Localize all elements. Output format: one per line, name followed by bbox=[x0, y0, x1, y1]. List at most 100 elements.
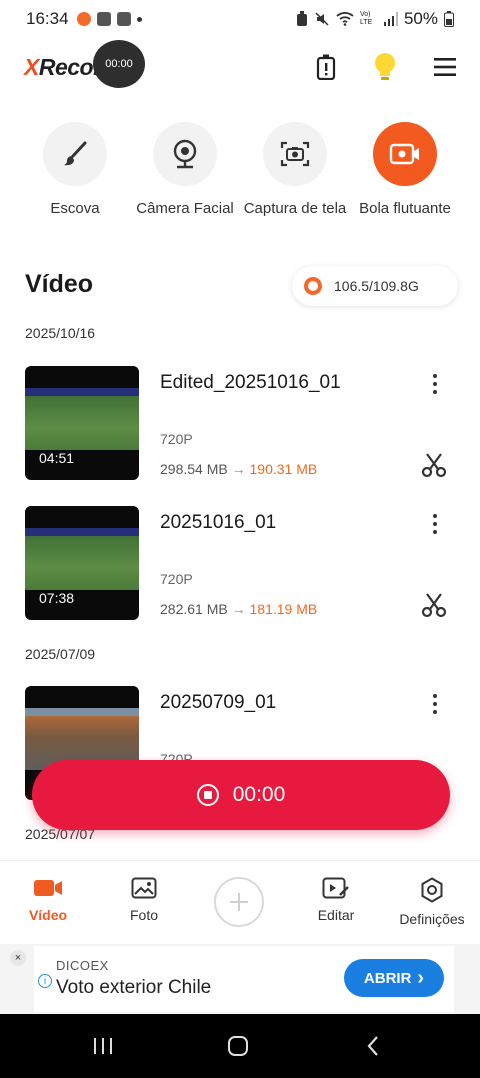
home-button[interactable] bbox=[223, 1032, 253, 1060]
notification-icons bbox=[76, 12, 142, 26]
network-label: Vo) LTE bbox=[359, 11, 373, 26]
record-button[interactable]: 00:00 bbox=[32, 760, 450, 830]
video-title: 20251016_01 bbox=[160, 512, 277, 533]
tips-button[interactable] bbox=[371, 52, 399, 82]
video-title: Edited_20251016_01 bbox=[160, 372, 341, 393]
nav-photo[interactable]: Foto bbox=[96, 877, 192, 923]
bottom-nav: Vídeo Foto Editar Definições bbox=[0, 860, 480, 940]
stop-record-icon bbox=[196, 784, 219, 806]
tool-screenshot[interactable]: Captura de tela bbox=[235, 122, 355, 217]
nav-settings-label: Definições bbox=[399, 911, 465, 927]
add-button[interactable] bbox=[214, 877, 264, 927]
video-resolution: 720P bbox=[160, 431, 193, 447]
recent-apps-icon bbox=[94, 1038, 112, 1054]
floating-timer-bubble[interactable]: 00:00 bbox=[93, 40, 145, 88]
floating-ball-icon bbox=[389, 143, 419, 165]
nav-settings[interactable]: Definições bbox=[384, 877, 480, 927]
status-bar: 16:34 Vo) LTE 50% bbox=[0, 0, 480, 38]
battery-alert-button[interactable] bbox=[312, 52, 340, 82]
signal-icon bbox=[383, 12, 398, 26]
ad-card[interactable]: i DICOEX Voto exterior Chile ABRIR › bbox=[34, 946, 454, 1012]
scissors-icon[interactable] bbox=[421, 592, 447, 618]
back-icon bbox=[367, 1036, 378, 1056]
message-notification-icon bbox=[96, 12, 111, 26]
mute-icon bbox=[315, 12, 329, 26]
plus-icon bbox=[230, 893, 248, 911]
brush-icon bbox=[64, 141, 87, 166]
app-notification-icon bbox=[76, 12, 91, 26]
storage-indicator[interactable]: 106.5/109.8G bbox=[292, 266, 458, 306]
scissors-icon[interactable] bbox=[421, 452, 447, 478]
tool-brush[interactable]: Escova bbox=[15, 122, 135, 217]
video-duration: 04:51 bbox=[39, 450, 75, 466]
back-button[interactable] bbox=[358, 1032, 388, 1060]
tool-brush-circle[interactable] bbox=[43, 122, 107, 186]
battery-icon bbox=[444, 11, 454, 27]
tool-screenshot-circle[interactable] bbox=[263, 122, 327, 186]
status-time: 16:34 bbox=[26, 9, 69, 28]
system-status: Vo) LTE 50% bbox=[296, 9, 454, 29]
more-options-icon[interactable] bbox=[428, 374, 442, 394]
date-header: 2025/07/09 bbox=[25, 646, 96, 662]
video-resolution: 720P bbox=[160, 571, 193, 587]
menu-icon bbox=[434, 58, 456, 76]
nav-photo-label: Foto bbox=[129, 907, 158, 923]
tool-screenshot-label: Captura de tela bbox=[243, 200, 347, 217]
video-camera-icon bbox=[34, 880, 62, 896]
storage-ring-icon bbox=[304, 277, 322, 295]
chevron-right-icon: › bbox=[417, 967, 425, 989]
webcam-icon bbox=[173, 139, 197, 169]
thumbnail-image bbox=[25, 388, 139, 450]
home-icon bbox=[228, 1036, 248, 1056]
screenshot-camera-icon bbox=[280, 141, 310, 167]
battery-alert-icon bbox=[316, 54, 336, 80]
ad-banner: × i DICOEX Voto exterior Chile ABRIR › bbox=[0, 944, 480, 1014]
video-duration: 07:38 bbox=[39, 590, 75, 606]
ad-open-button[interactable]: ABRIR › bbox=[344, 959, 444, 997]
section-title: Vídeo bbox=[25, 270, 94, 298]
more-options-icon[interactable] bbox=[428, 514, 442, 534]
ad-info-icon[interactable]: i bbox=[38, 974, 52, 988]
thumbnail-image bbox=[25, 528, 139, 590]
photo-icon bbox=[131, 877, 157, 899]
tool-facecam[interactable]: Câmera Facial bbox=[125, 122, 245, 217]
lock-battery-icon bbox=[296, 11, 307, 26]
gallery-notification-icon bbox=[116, 12, 131, 26]
menu-button[interactable] bbox=[431, 52, 459, 82]
tool-floating-ball-circle[interactable] bbox=[373, 122, 437, 186]
nav-video[interactable]: Vídeo bbox=[0, 877, 96, 923]
tool-facecam-circle[interactable] bbox=[153, 122, 217, 186]
tool-floating-ball-label: Bola flutuante bbox=[359, 200, 451, 217]
recent-apps-button[interactable] bbox=[88, 1032, 118, 1060]
ad-headline: Voto exterior Chile bbox=[56, 977, 212, 998]
video-size: 282.61 MB → 181.19 MB bbox=[160, 601, 318, 617]
tools-row: Escova Câmera Facial Captura de tela Bol… bbox=[0, 122, 480, 222]
ad-brand: DICOEX bbox=[56, 958, 109, 973]
tool-facecam-label: Câmera Facial bbox=[136, 200, 234, 217]
edit-video-icon bbox=[322, 877, 349, 899]
storage-text: 106.5/109.8G bbox=[334, 278, 419, 294]
nav-edit-label: Editar bbox=[317, 907, 355, 923]
nav-video-label: Vídeo bbox=[28, 907, 68, 923]
app-header: XRecorder 00:00 bbox=[0, 40, 480, 96]
video-item[interactable]: 04:51 Edited_20251016_01 720P 298.54 MB … bbox=[0, 366, 480, 482]
more-notifications-icon bbox=[136, 16, 142, 22]
wifi-icon bbox=[336, 12, 354, 26]
system-nav-bar bbox=[0, 1014, 480, 1078]
ad-close-button[interactable]: × bbox=[10, 950, 26, 966]
app-screen: 16:34 Vo) LTE 50% XRecorder 00:00 Escova… bbox=[0, 0, 480, 1078]
lightbulb-icon bbox=[375, 53, 395, 80]
video-title: 20250709_01 bbox=[160, 692, 277, 713]
settings-hex-icon bbox=[421, 877, 443, 903]
more-options-icon[interactable] bbox=[428, 694, 442, 714]
tool-brush-label: Escova bbox=[50, 200, 100, 217]
video-thumbnail[interactable]: 04:51 bbox=[25, 366, 139, 480]
video-item[interactable]: 07:38 20251016_01 720P 282.61 MB → 181.1… bbox=[0, 506, 480, 622]
battery-percent: 50% bbox=[403, 9, 438, 28]
tool-floating-ball[interactable]: Bola flutuante bbox=[345, 122, 465, 217]
nav-edit[interactable]: Editar bbox=[288, 877, 384, 923]
ad-cta-label: ABRIR bbox=[363, 969, 412, 987]
record-timer: 00:00 bbox=[232, 783, 286, 806]
video-thumbnail[interactable]: 07:38 bbox=[25, 506, 139, 620]
video-size: 298.54 MB → 190.31 MB bbox=[160, 461, 318, 477]
